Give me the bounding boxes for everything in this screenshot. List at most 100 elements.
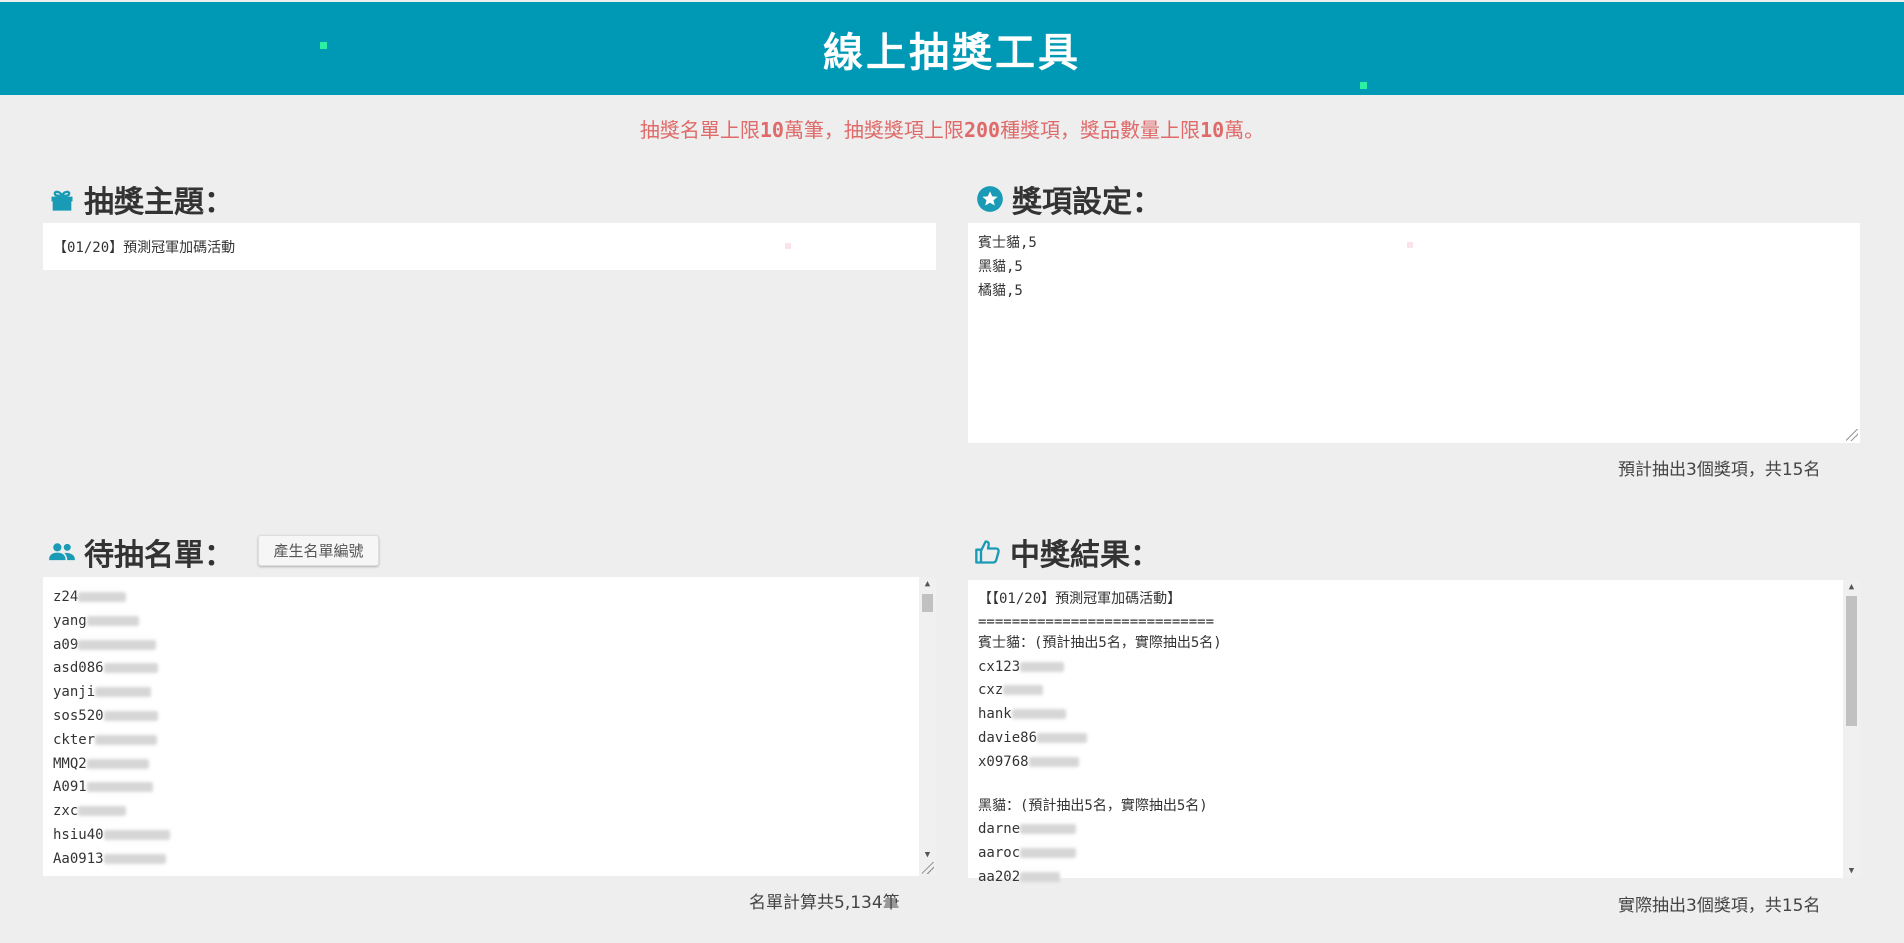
- redacted-text: [103, 853, 166, 864]
- winner-name: cxz: [978, 682, 1004, 699]
- scroll-down-arrow-icon[interactable]: ▼: [919, 848, 936, 862]
- winner-name: aaroc: [978, 845, 1021, 862]
- scroll-down-arrow-icon[interactable]: ▼: [1843, 864, 1860, 878]
- candidates-textarea[interactable]: z24 yang a09 asd086 yanji sos520 ckter M…: [43, 577, 936, 876]
- candidate-row: a09: [53, 634, 926, 658]
- gift-icon: [48, 185, 76, 213]
- candidate-row: A091: [53, 776, 926, 800]
- results-heading: 中獎結果：: [974, 530, 1160, 574]
- redacted-text: [1020, 661, 1065, 672]
- candidates-title: 待抽名單：: [84, 538, 234, 573]
- winner-name: darne: [978, 821, 1021, 838]
- winner-name: aa202: [978, 868, 1021, 885]
- redacted-text: [103, 710, 158, 721]
- results-title: 中獎結果：: [1010, 538, 1160, 573]
- candidate-row: asd086: [53, 657, 926, 681]
- winner-row: davie86: [978, 727, 1850, 751]
- sparkle-decoration: [1360, 82, 1367, 89]
- redacted-text: [1020, 871, 1061, 882]
- redacted-text: [1028, 756, 1079, 767]
- redacted-text: [86, 758, 149, 769]
- candidate-name: MMQ2: [53, 755, 87, 772]
- winner-name: davie86: [978, 729, 1038, 746]
- candidate-name: asd086: [53, 660, 104, 677]
- redacted-text: [78, 639, 157, 650]
- scroll-thumb[interactable]: [1846, 596, 1857, 726]
- candidate-name: zxc: [53, 803, 79, 820]
- sparkle-decoration: [320, 42, 327, 49]
- notice-text: 萬筆，抽獎獎項上限: [783, 118, 964, 142]
- redacted-text: [103, 663, 158, 674]
- candidates-scrollbar[interactable]: ▲ ▼: [919, 577, 936, 876]
- winner-row: hank: [978, 703, 1850, 727]
- candidate-name: Aa0913: [53, 850, 104, 867]
- noise-dot: [785, 243, 791, 249]
- winner-name: x09768: [978, 753, 1029, 770]
- candidates-summary: 名單計算共5,134筆: [749, 893, 900, 913]
- redacted-text: [95, 687, 152, 698]
- winner-row: aa202: [978, 866, 1850, 890]
- scroll-up-arrow-icon[interactable]: ▲: [919, 577, 936, 591]
- winner-row: cx123: [978, 656, 1850, 680]
- result-title-line: 【【01/20】預測冠軍加碼活動】: [978, 591, 1182, 607]
- people-icon: [48, 538, 76, 566]
- results-summary: 實際抽出3個獎項，共15名: [1618, 896, 1821, 916]
- results-scrollbar[interactable]: ▲ ▼: [1843, 580, 1860, 878]
- candidate-row: MMQ2: [53, 753, 926, 777]
- scroll-up-arrow-icon[interactable]: ▲: [1843, 580, 1860, 594]
- star-circle-icon: [976, 185, 1004, 213]
- resize-handle[interactable]: [922, 862, 934, 874]
- redacted-text: [103, 829, 170, 840]
- resize-handle[interactable]: [1846, 429, 1858, 441]
- candidate-name: ckter: [53, 731, 96, 748]
- candidates-heading: 待抽名單：: [48, 530, 234, 574]
- winner-name: cx123: [978, 658, 1021, 675]
- redacted-text: [1020, 848, 1077, 859]
- candidate-row: ckter: [53, 729, 926, 753]
- candidate-row: sos520: [53, 705, 926, 729]
- winner-row: darne: [978, 818, 1850, 842]
- candidate-name: sos520: [53, 707, 104, 724]
- topic-heading: 抽獎主題：: [48, 177, 234, 221]
- results-textarea[interactable]: 【【01/20】預測冠軍加碼活動】 ======================…: [968, 580, 1860, 885]
- candidate-row: Aa0913: [53, 848, 926, 872]
- notice-number: 200: [963, 118, 1001, 142]
- winner-row: cxz: [978, 679, 1850, 703]
- redacted-text: [1020, 824, 1077, 835]
- result-prize-heading: 黑貓：(預計抽出5名，實際抽出5名): [978, 797, 1208, 814]
- app-title: 線上抽獎工具: [823, 29, 1081, 76]
- app-header: 線上抽獎工具: [0, 2, 1904, 95]
- prizes-heading: 獎項設定：: [976, 177, 1162, 221]
- prizes-textarea[interactable]: 賓士貓,5 黑貓,5 橘貓,5: [968, 223, 1860, 443]
- topic-value: 【01/20】預測冠軍加碼活動: [53, 240, 236, 256]
- redacted-text: [78, 592, 127, 602]
- thumbs-up-icon: [974, 538, 1002, 566]
- topic-input[interactable]: 【01/20】預測冠軍加碼活動: [43, 223, 936, 270]
- prizes-title: 獎項設定：: [1012, 185, 1162, 220]
- limit-notice: 抽獎名單上限10萬筆，抽獎獎項上限200種獎項，獎品數量上限10萬。: [0, 114, 1904, 143]
- notice-text: 種獎項，獎品數量上限: [1000, 118, 1201, 142]
- noise-dot: [1407, 242, 1413, 248]
- redacted-text: [1011, 709, 1066, 720]
- result-prize-heading: 賓士貓：(預計抽出5名，實際抽出5名): [978, 634, 1222, 651]
- redacted-text: [86, 782, 153, 793]
- generate-number-button[interactable]: 產生名單編號: [258, 535, 379, 566]
- scroll-thumb[interactable]: [922, 594, 933, 612]
- candidate-name: yang: [53, 612, 87, 629]
- prize-line: 黑貓,5: [978, 258, 1023, 275]
- winner-row: x09768: [978, 751, 1850, 775]
- redacted-text: [95, 734, 158, 745]
- candidate-row: yang: [53, 610, 926, 634]
- notice-number: 10: [759, 118, 784, 142]
- candidate-name: A091: [53, 779, 87, 796]
- prize-line: 賓士貓,5: [978, 235, 1037, 251]
- prizes-summary: 預計抽出3個獎項，共15名: [1618, 460, 1821, 480]
- result-divider: ============================: [978, 613, 1215, 630]
- candidate-name: hsiu40: [53, 826, 104, 843]
- topic-title: 抽獎主題：: [84, 185, 234, 220]
- candidate-name: z24: [53, 589, 79, 605]
- redacted-text: [1003, 685, 1044, 696]
- notice-number: 10: [1200, 118, 1225, 142]
- winner-row: aaroc: [978, 842, 1850, 866]
